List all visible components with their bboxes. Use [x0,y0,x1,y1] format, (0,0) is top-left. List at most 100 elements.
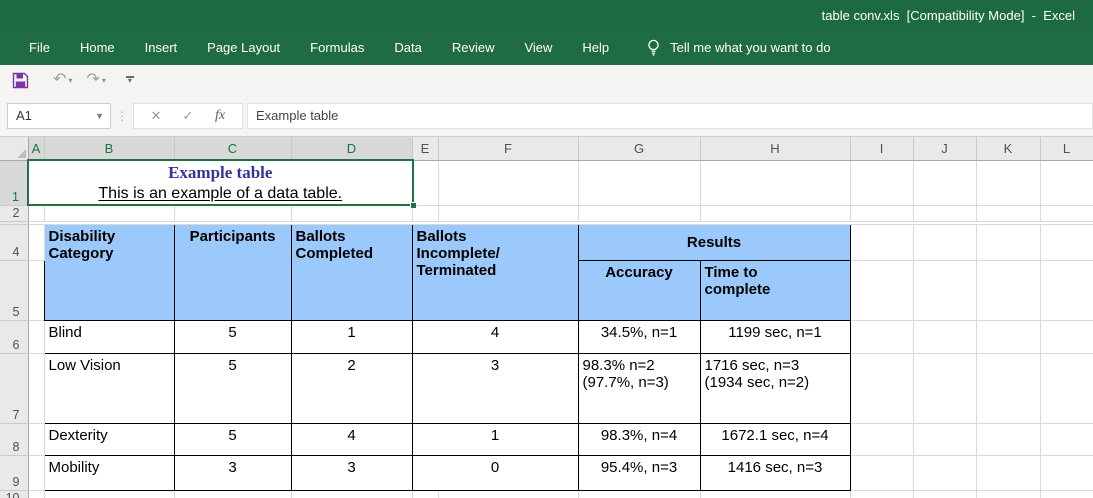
tab-data[interactable]: Data [379,30,436,65]
chevron-down-icon[interactable]: ▼ [95,111,110,121]
tab-page-layout[interactable]: Page Layout [192,30,295,65]
empty-cell[interactable] [28,353,45,424]
undo-button[interactable]: ↶ ▾ [49,70,76,90]
cell-accuracy[interactable]: 95.4%, n=3 [577,454,701,491]
cell-ballots-completed[interactable]: 2 [290,352,413,424]
header-time-to-complete[interactable]: Time to complete [699,259,851,321]
title-cell[interactable]: Example table This is an example of a da… [28,160,413,206]
column-header-g[interactable]: G [578,137,701,161]
header-ballots-incomplete[interactable]: Ballots Incomplete/ Terminated [411,223,579,321]
empty-cell[interactable] [1040,205,1093,222]
column-header-e[interactable]: E [412,137,439,161]
row-header-8[interactable]: 8 [0,423,29,456]
empty-cell[interactable] [850,490,914,498]
cancel-button[interactable]: ✕ [140,108,172,124]
empty-cell[interactable] [1040,490,1093,498]
empty-cell[interactable] [976,423,1041,456]
cell-ballots-incomplete[interactable]: 3 [411,352,579,424]
cell-ballots-completed[interactable]: 4 [290,422,413,456]
empty-cell[interactable] [700,160,851,206]
empty-cell[interactable] [976,455,1041,491]
empty-cell[interactable] [28,260,45,321]
empty-cell[interactable] [850,260,914,321]
cell-participants[interactable]: 5 [173,352,292,424]
empty-cell[interactable] [700,205,851,222]
empty-cell[interactable] [913,353,977,424]
empty-cell[interactable] [438,205,579,222]
tab-insert[interactable]: Insert [130,30,193,65]
empty-cell[interactable] [578,160,701,206]
empty-cell[interactable] [850,160,914,206]
empty-cell[interactable] [174,490,292,498]
empty-cell[interactable] [291,205,413,222]
empty-cell[interactable] [1040,423,1093,456]
empty-cell[interactable] [976,260,1041,321]
empty-cell[interactable] [1040,224,1093,261]
tab-review[interactable]: Review [437,30,510,65]
empty-cell[interactable] [850,224,914,261]
cell-category[interactable]: Dexterity [43,422,175,456]
header-ballots-completed[interactable]: Ballots Completed [290,223,413,321]
empty-cell[interactable] [976,490,1041,498]
column-header-j[interactable]: J [913,137,977,161]
empty-cell[interactable] [700,490,851,498]
empty-cell[interactable] [174,205,292,222]
empty-cell[interactable] [913,423,977,456]
save-button[interactable] [8,70,33,91]
empty-cell[interactable] [976,353,1041,424]
header-disability-category[interactable]: Disability Category [43,223,175,321]
empty-cell[interactable] [1040,160,1093,206]
row-header-6[interactable]: 6 [0,320,29,354]
row-header-4[interactable]: 4 [0,224,29,261]
tab-help[interactable]: Help [567,30,624,65]
column-header-c[interactable]: C [174,137,292,161]
tab-view[interactable]: View [509,30,567,65]
cell-category[interactable]: Low Vision [43,352,175,424]
empty-cell[interactable] [291,490,413,498]
empty-cell[interactable] [976,205,1041,222]
row-header-5[interactable]: 5 [0,260,29,321]
empty-cell[interactable] [44,490,175,498]
empty-cell[interactable] [438,160,579,206]
empty-cell[interactable] [913,205,977,222]
empty-cell[interactable] [913,160,977,206]
empty-cell[interactable] [1040,260,1093,321]
column-header-k[interactable]: K [976,137,1041,161]
column-header-d[interactable]: D [291,137,413,161]
empty-cell[interactable] [850,455,914,491]
empty-cell[interactable] [412,160,439,206]
empty-cell[interactable] [976,160,1041,206]
row-header-1[interactable]: 1 [0,160,29,206]
cell-participants[interactable]: 5 [173,319,292,354]
empty-cell[interactable] [913,260,977,321]
empty-cell[interactable] [913,224,977,261]
empty-cell[interactable] [976,320,1041,354]
empty-cell[interactable] [28,455,45,491]
empty-cell[interactable] [412,490,439,498]
cell-ballots-incomplete[interactable]: 4 [411,319,579,354]
customize-quick-access-button[interactable]: ▾ [125,76,134,85]
tell-me-box[interactable]: Tell me what you want to do [646,39,831,56]
empty-cell[interactable] [28,224,45,261]
header-participants[interactable]: Participants [173,223,292,321]
empty-cell[interactable] [1040,353,1093,424]
header-accuracy[interactable]: Accuracy [577,259,701,321]
empty-cell[interactable] [28,490,45,498]
cell-time[interactable]: 1672.1 sec, n=4 [699,422,851,456]
empty-cell[interactable] [913,455,977,491]
empty-cell[interactable] [850,423,914,456]
empty-cell[interactable] [412,205,439,222]
cell-ballots-incomplete[interactable]: 1 [411,422,579,456]
empty-cell[interactable] [850,320,914,354]
cell-ballots-completed[interactable]: 3 [290,454,413,491]
redo-button[interactable]: ↷ ▾ [82,70,109,90]
row-header-10[interactable]: 10 [0,490,29,498]
header-results[interactable]: Results [577,223,851,261]
select-all-corner[interactable] [0,137,29,161]
column-header-a[interactable]: A [28,137,45,161]
enter-button[interactable]: ✓ [172,108,204,124]
column-header-b[interactable]: B [44,137,175,161]
cell-accuracy[interactable]: 34.5%, n=1 [577,319,701,354]
cell-participants[interactable]: 3 [173,454,292,491]
cell-time[interactable]: 1199 sec, n=1 [699,319,851,354]
